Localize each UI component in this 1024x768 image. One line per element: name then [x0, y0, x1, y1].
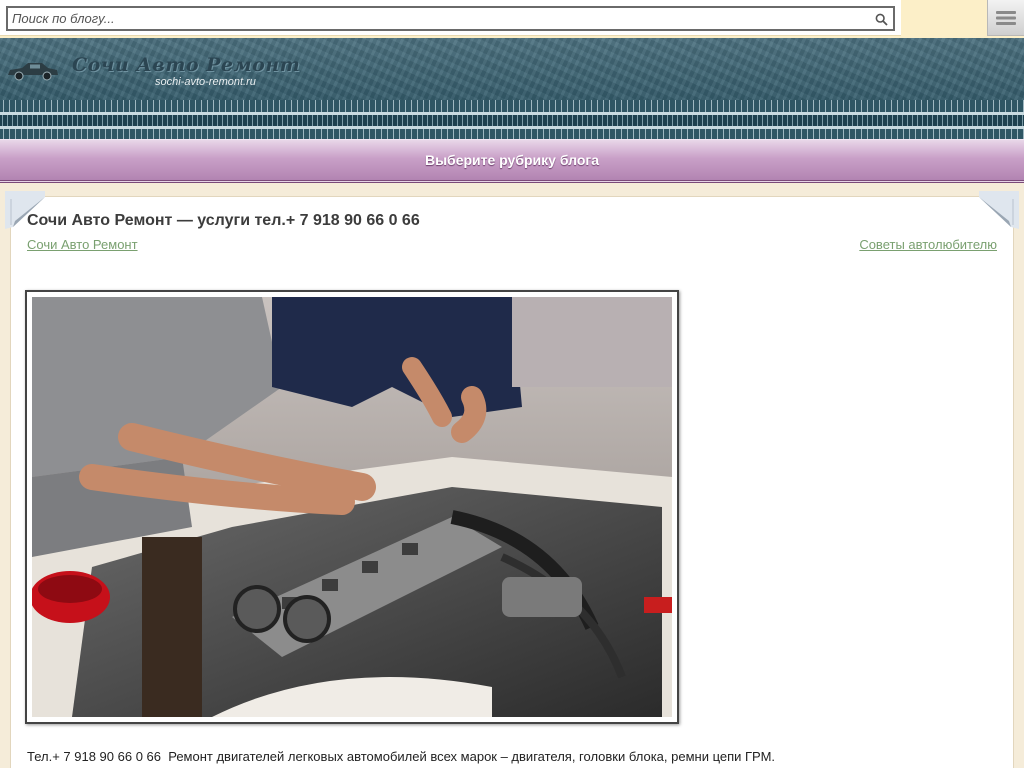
- site-header: Сочи Авто Ремонт sochi-avto-remont.ru: [0, 38, 1024, 100]
- post-image-frame: [25, 290, 679, 724]
- search-icon: [875, 13, 888, 26]
- car-engine-repair-photo: [32, 297, 672, 717]
- category-link-tips[interactable]: Советы автолюбителю: [859, 237, 997, 252]
- search-input[interactable]: [6, 6, 895, 31]
- page-curl-corner-icon: [979, 191, 1019, 229]
- car-icon: [8, 63, 58, 81]
- breadcrumb-link-home[interactable]: Сочи Авто Ремонт: [27, 237, 138, 252]
- site-logo-title[interactable]: Сочи Авто Ремонт: [72, 54, 300, 76]
- post-title: Сочи Авто Ремонт — услуги тел.+ 7 918 90…: [27, 212, 420, 229]
- post-card: Сочи Авто Ремонт — услуги тел.+ 7 918 90…: [5, 191, 1019, 768]
- hamburger-menu-icon: [996, 10, 1016, 25]
- search-button[interactable]: [872, 10, 890, 28]
- site-domain: sochi-avto-remont.ru: [155, 76, 256, 88]
- category-menu-label: Выберите рубрику блога: [424, 152, 599, 168]
- header-stripe: [0, 100, 1024, 139]
- top-bar: [0, 0, 1024, 38]
- menu-button[interactable]: [987, 0, 1024, 36]
- category-menu-bar[interactable]: Выберите рубрику блога: [0, 139, 1024, 183]
- post-body-text: Тел.+ 7 918 90 66 0 66 Ремонт двигателей…: [27, 749, 776, 764]
- search-area: [0, 0, 901, 36]
